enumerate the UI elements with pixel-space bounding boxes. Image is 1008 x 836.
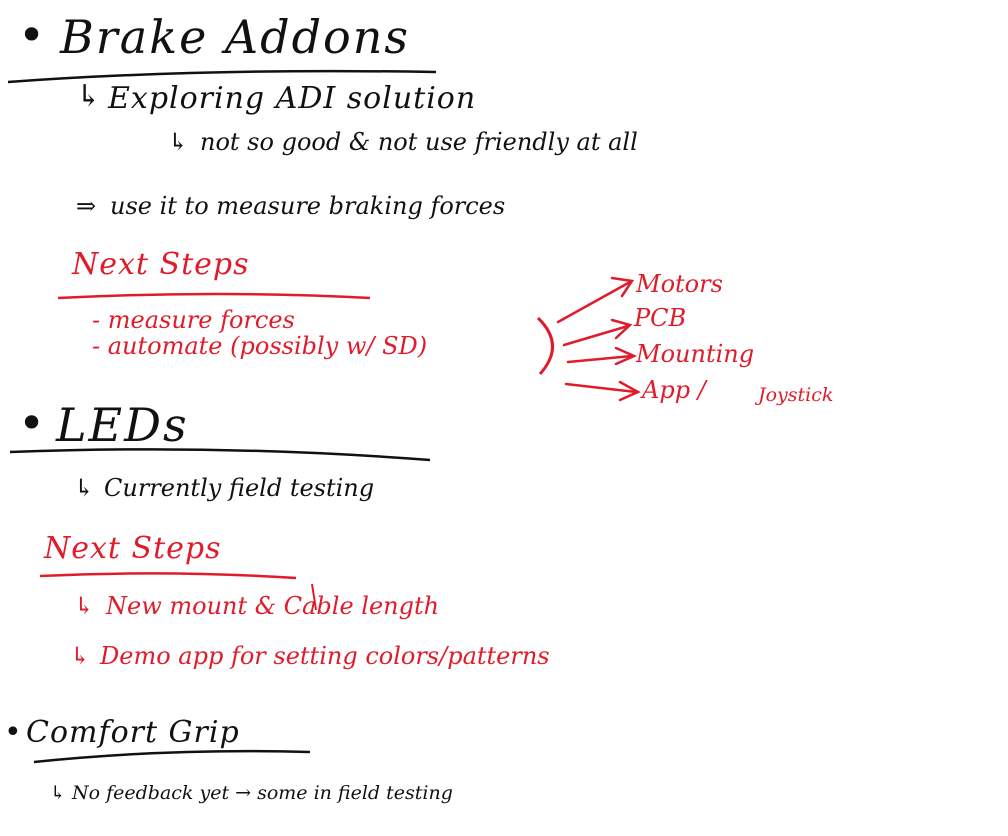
branch-motors: Motors <box>636 270 723 298</box>
leds-next-underline <box>39 572 297 580</box>
brake-arrow-mark: ↳ <box>76 79 103 114</box>
note-canvas: • Brake Addons ↳ Exploring ADI solution … <box>0 0 1008 836</box>
brake-next-title: Next Steps <box>72 247 250 282</box>
branch-joystick: Joystick <box>758 384 834 406</box>
brake-bullet: • <box>18 8 48 62</box>
grip-title: Comfort Grip <box>26 715 240 750</box>
leds-bullet: • <box>18 396 48 450</box>
grip-title-underline <box>33 749 311 764</box>
branch-app: App / <box>642 376 706 404</box>
brake-implies-mark: ⇒ <box>76 192 97 220</box>
grip-bullet: • <box>4 715 23 750</box>
brake-line3: use it to measure braking forces <box>110 192 506 220</box>
leds-step-1: New mount & Cable length <box>106 592 440 620</box>
brake-title: Brake Addons <box>60 10 410 64</box>
branch-arrows <box>556 276 641 402</box>
leds-title: LEDs <box>56 398 189 452</box>
brake-line2: not so good & not use friendly at all <box>200 128 638 156</box>
branch-pcb: PCB <box>634 304 687 332</box>
red-paren <box>536 316 554 376</box>
brake-arrow-mark-2: ↳ <box>168 128 189 156</box>
grip-arrow-mark: ↳ <box>50 782 66 804</box>
leds-line1: Currently field testing <box>104 474 375 502</box>
brake-step-2: - automate (possibly w/ SD) <box>92 332 428 360</box>
leds-arrow-mark: ↳ <box>74 474 95 502</box>
brake-step-1: - measure forces <box>92 306 295 334</box>
leds-next-title: Next Steps <box>44 531 222 566</box>
grip-line1: No feedback yet → some in field testing <box>72 782 453 804</box>
leds-step-arrow-1: ↳ <box>74 592 95 620</box>
leds-step-2: Demo app for setting colors/patterns <box>100 642 550 670</box>
leds-step-arrow-2: ↳ <box>70 642 91 670</box>
brake-line1: Exploring ADI solution <box>108 81 477 116</box>
brake-next-underline <box>57 292 371 300</box>
branch-mounting: Mounting <box>636 340 755 368</box>
